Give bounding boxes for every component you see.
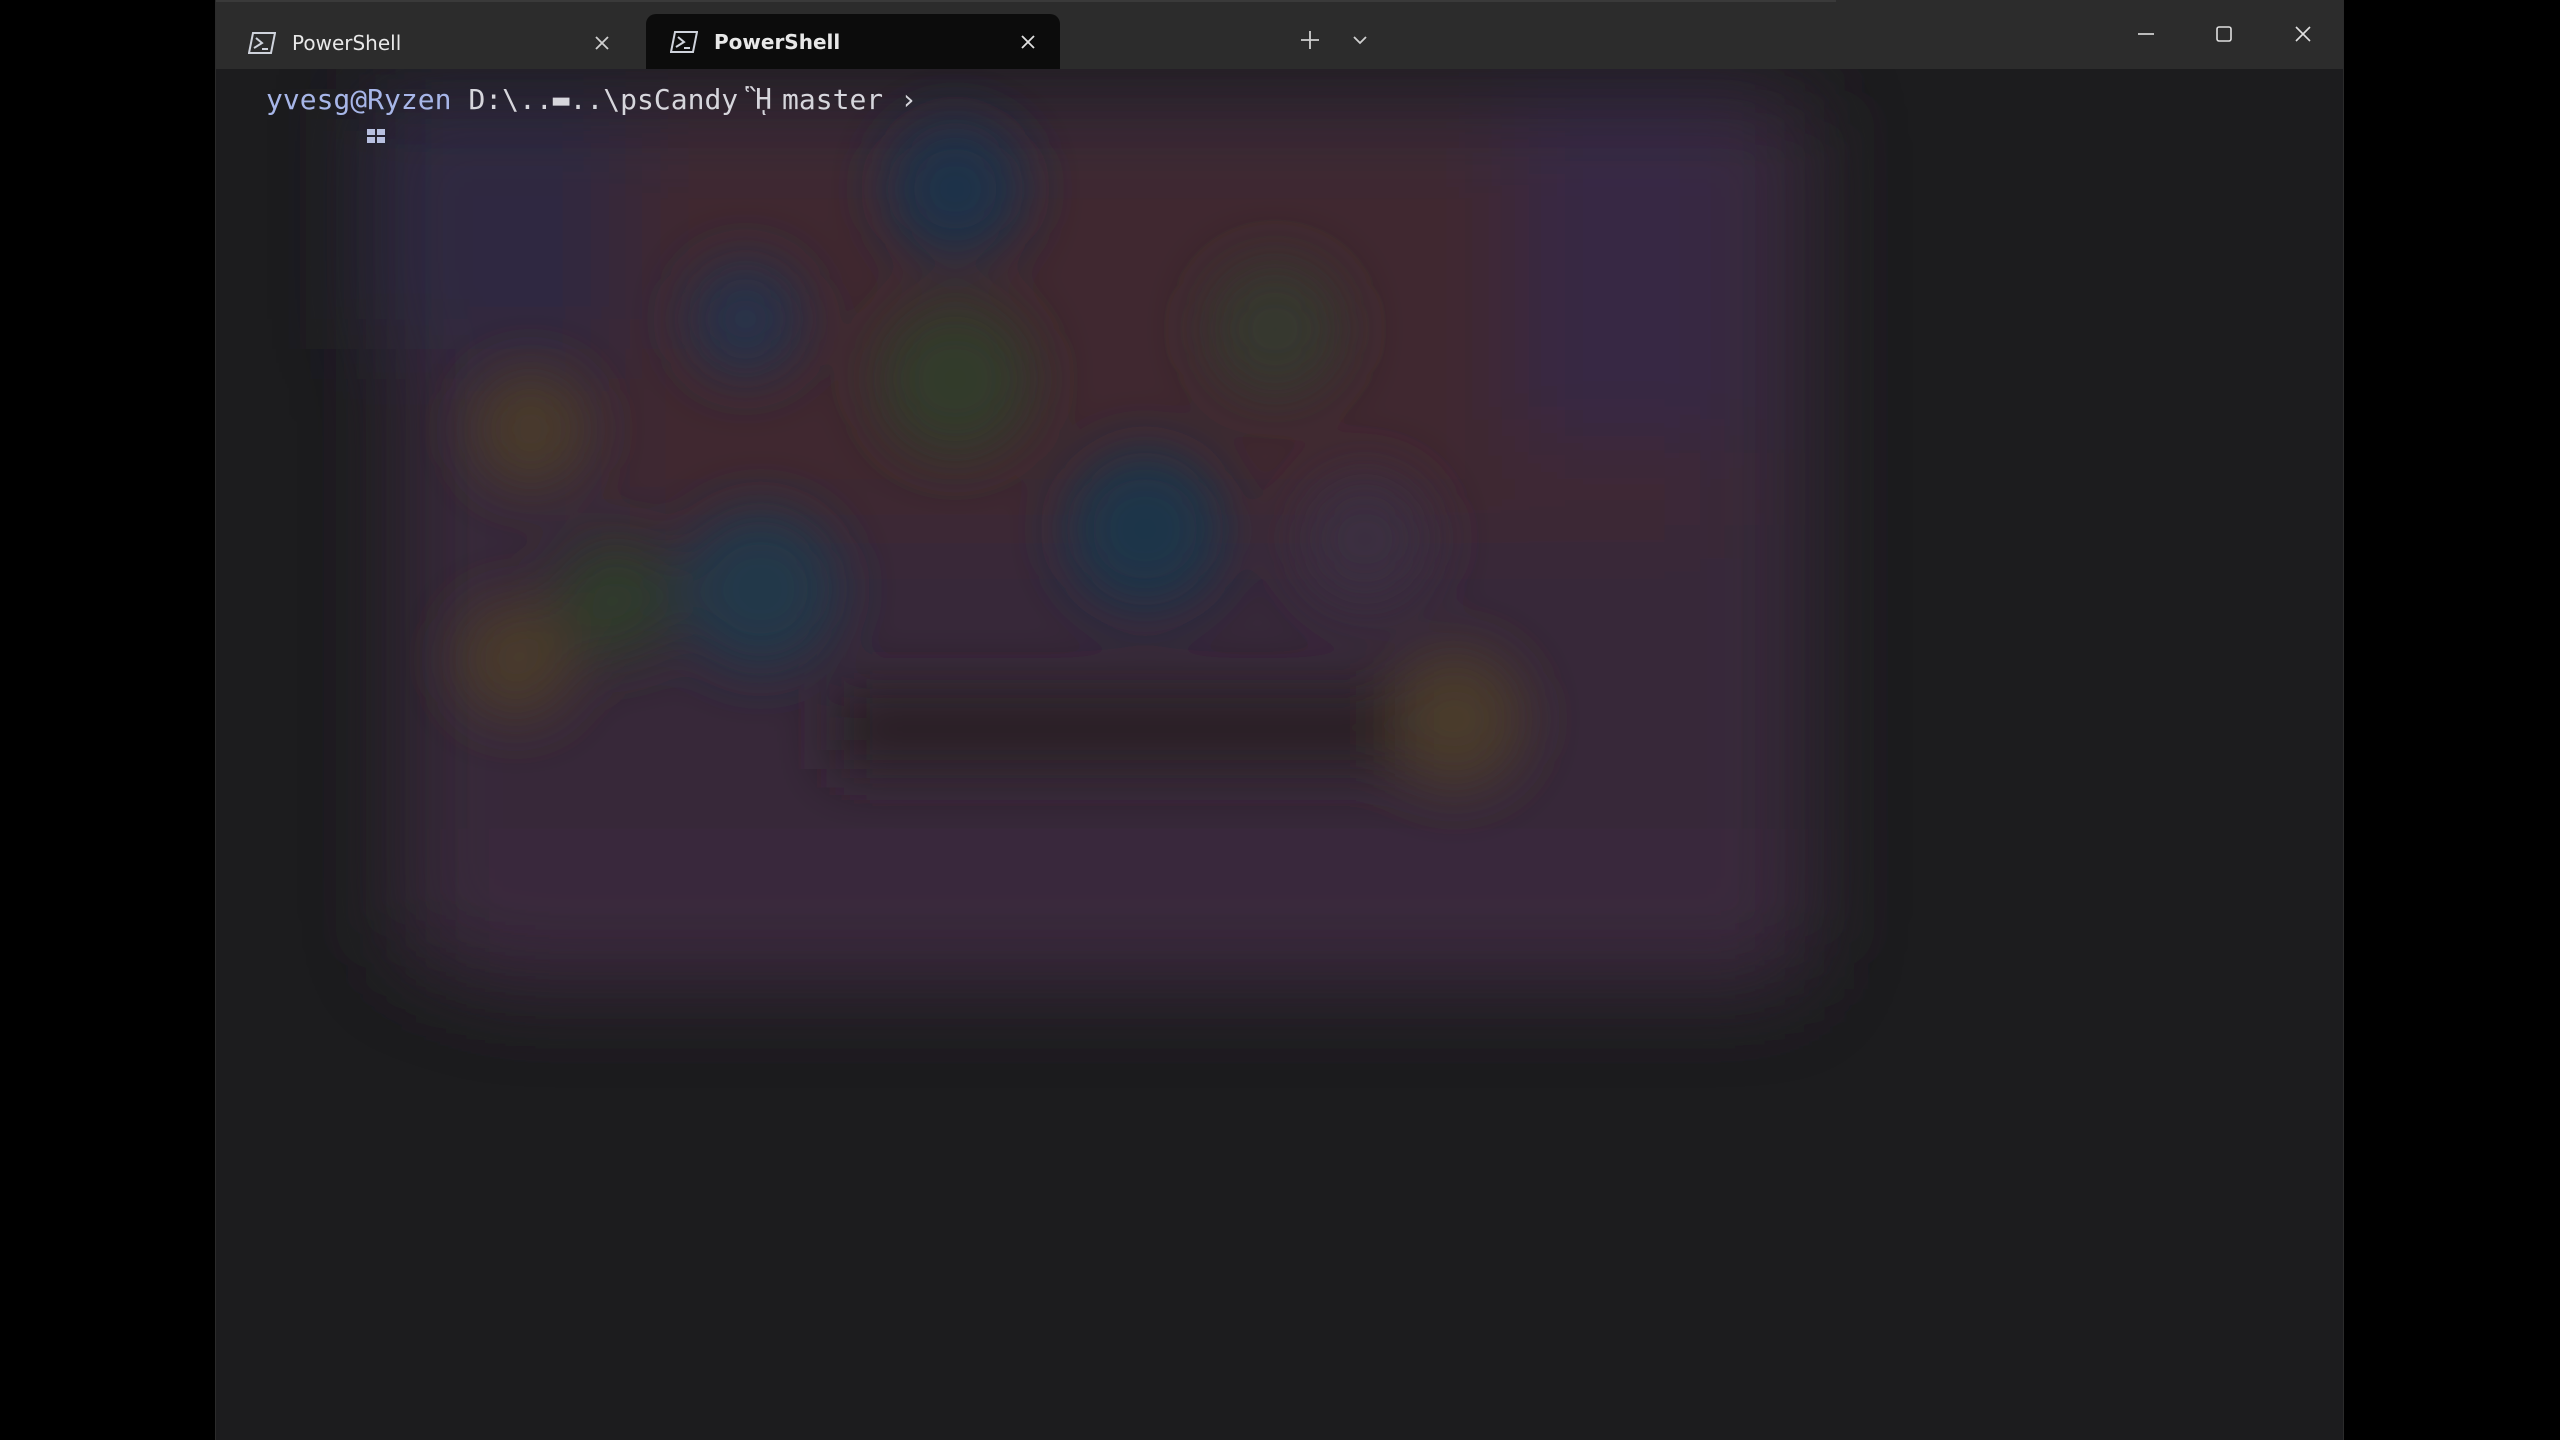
prompt-branch: master <box>782 82 884 116</box>
close-window-button[interactable] <box>2273 10 2333 58</box>
close-tab-icon[interactable] <box>1010 24 1046 60</box>
close-tab-icon[interactable] <box>584 25 620 61</box>
background-image <box>365 89 1815 989</box>
minimize-button[interactable] <box>2116 10 2176 58</box>
powershell-icon <box>669 30 699 53</box>
prompt-user: yvesg@Ryzen <box>266 82 452 116</box>
chevron-down-icon <box>1353 36 1367 45</box>
tab-title: PowerShell <box>714 29 841 54</box>
tab-powershell-2[interactable]: PowerShell <box>646 14 1060 69</box>
maximize-button[interactable] <box>2194 10 2254 58</box>
tab-dropdown-button[interactable] <box>1342 22 1378 58</box>
shell-prompt: yvesg@Ryzen D:\..▬..\psCandy ᾛ master › <box>230 82 918 143</box>
git-branch-icon: ᾛ <box>755 82 773 116</box>
new-tab-button[interactable] <box>1292 22 1328 58</box>
minimize-icon <box>2138 33 2154 35</box>
close-icon <box>2295 26 2311 42</box>
maximize-icon <box>2216 26 2232 42</box>
prompt-arrow: › <box>900 82 918 116</box>
windows-icon <box>230 88 385 143</box>
plus-icon <box>1301 31 1319 49</box>
title-bar-top-line <box>216 0 1836 2</box>
terminal-pane[interactable]: yvesg@Ryzen D:\..▬..\psCandy ᾛ master › <box>216 69 2343 1440</box>
powershell-icon <box>247 31 277 54</box>
prompt-path: D:\..▬..\psCandy <box>468 82 739 116</box>
tab-title: PowerShell <box>292 30 402 55</box>
title-bar[interactable]: PowerShell PowerShell <box>216 0 2343 69</box>
tab-powershell-1[interactable]: PowerShell <box>224 16 634 69</box>
terminal-window: PowerShell PowerShell yvesg@Ryzen D:\..▬… <box>215 0 2344 1440</box>
